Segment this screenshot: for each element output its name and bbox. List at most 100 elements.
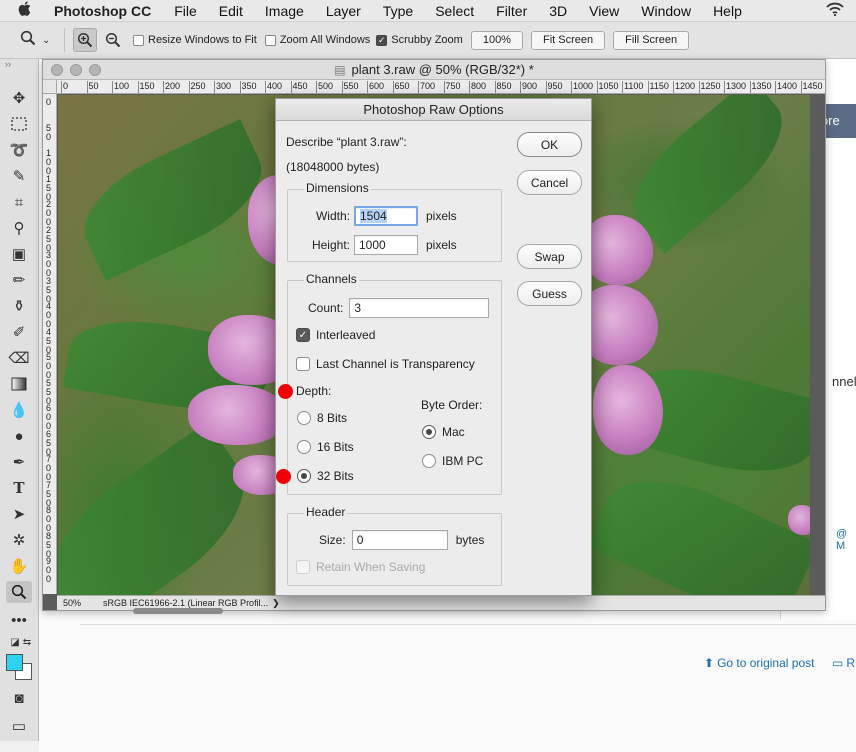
- ruler-tick: [800, 81, 802, 93]
- ruler-label: 150: [139, 81, 155, 91]
- ruler-tick: [392, 81, 394, 93]
- depth-32-bits-radio[interactable]: 32 Bits: [297, 469, 354, 483]
- chevron-down-icon: ⌄: [42, 34, 51, 46]
- marquee-tool-icon[interactable]: [6, 113, 32, 135]
- retain-when-saving-checkbox[interactable]: Retain When Saving: [296, 560, 425, 574]
- reply-link-fragment[interactable]: ▭ R: [832, 656, 855, 670]
- vertical-ruler[interactable]: 0 5 0 1 0 01 5 02 0 02 5 03 0 03 5 04 0 04…: [43, 94, 57, 594]
- ruler-label: 600: [369, 81, 385, 91]
- menu-layer[interactable]: Layer: [315, 3, 372, 19]
- zoom-out-button[interactable]: [101, 28, 125, 52]
- header-size-input[interactable]: 0: [351, 530, 448, 550]
- ruler-label: 1250: [700, 81, 721, 91]
- zoom-in-button[interactable]: [73, 28, 97, 52]
- ruler-tick: [775, 81, 776, 93]
- menu-file[interactable]: File: [163, 3, 208, 19]
- apple-icon[interactable]: [18, 1, 40, 20]
- menu-type[interactable]: Type: [372, 3, 424, 19]
- height-input[interactable]: 1000: [354, 235, 418, 255]
- ruler-label: 700: [420, 81, 436, 91]
- minimize-window-button[interactable]: [70, 64, 82, 76]
- background-link-fragment[interactable]: @ M: [836, 528, 856, 552]
- guess-button[interactable]: Guess: [517, 281, 582, 306]
- ruler-label: 4 5 0: [46, 326, 52, 355]
- ruler-tick: [494, 81, 496, 93]
- tool-preset-picker[interactable]: ⌄: [20, 30, 60, 51]
- healing-brush-tool-icon[interactable]: ▣: [6, 243, 32, 265]
- type-tool-icon[interactable]: T: [6, 477, 32, 499]
- swap-button[interactable]: Swap: [517, 244, 582, 269]
- menu-edit[interactable]: Edit: [208, 3, 254, 19]
- ruler-label: 1150: [649, 81, 669, 91]
- ruler-label: 800: [471, 81, 487, 91]
- menu-3d[interactable]: 3D: [538, 3, 578, 19]
- path-selection-tool-icon[interactable]: ➤: [6, 503, 32, 525]
- horizontal-scrollbar-thumb[interactable]: [133, 608, 223, 614]
- move-tool-icon[interactable]: ✥: [6, 87, 32, 109]
- document-title-bar[interactable]: ▤ plant 3.raw @ 50% (RGB/32*) *: [43, 60, 825, 80]
- menu-window[interactable]: Window: [630, 3, 702, 19]
- crop-tool-icon[interactable]: ⌗: [6, 191, 32, 213]
- eyedropper-tool-icon[interactable]: ⚲: [6, 217, 32, 239]
- flower-petal: [593, 365, 663, 455]
- dodge-tool-icon[interactable]: ●: [6, 425, 32, 447]
- width-input[interactable]: 1504: [354, 206, 418, 226]
- interleaved-checkbox[interactable]: ✓ Interleaved: [296, 328, 375, 342]
- fill-screen-button[interactable]: Fill Screen: [613, 30, 690, 50]
- count-input[interactable]: 3: [349, 298, 490, 318]
- zoom-window-button[interactable]: [89, 64, 101, 76]
- blur-tool-icon[interactable]: 💧: [6, 399, 32, 421]
- horizontal-ruler[interactable]: 0 50 100 150 200 250 300 350 400 450 500 550 600 650 7…: [57, 80, 825, 94]
- count-row: Count: 3: [308, 298, 490, 318]
- resize-windows-checkbox[interactable]: Resize Windows to Fit: [133, 34, 257, 46]
- zoom-tool-icon[interactable]: [6, 581, 32, 603]
- zoom-in-icon: [77, 32, 93, 48]
- header-group: Header Size: 0 bytes Retain When Saving: [287, 505, 502, 586]
- quick-mask-icon[interactable]: ◙: [6, 687, 32, 709]
- brush-tool-icon[interactable]: ✏: [6, 269, 32, 291]
- pen-tool-icon[interactable]: ✒: [6, 451, 32, 473]
- custom-shape-tool-icon[interactable]: ✲: [6, 529, 32, 551]
- zoom-level[interactable]: 50%: [57, 598, 97, 608]
- ok-button[interactable]: OK: [517, 132, 582, 157]
- ruler-label: 450: [292, 81, 308, 91]
- status-menu-arrow-icon[interactable]: ❯: [272, 598, 280, 609]
- ruler-label: 300: [216, 81, 232, 91]
- collapse-panel-icon[interactable]: ››: [5, 59, 11, 69]
- dialog-title[interactable]: Photoshop Raw Options: [276, 99, 591, 121]
- cancel-button[interactable]: Cancel: [517, 170, 582, 195]
- hand-tool-icon[interactable]: ✋: [6, 555, 32, 577]
- foreground-color-swatch[interactable]: [6, 654, 23, 671]
- ruler-origin[interactable]: [43, 80, 57, 94]
- gradient-tool-icon[interactable]: [6, 373, 32, 395]
- depth-8-bits-radio[interactable]: 8 Bits: [297, 411, 347, 425]
- zoom-100-button[interactable]: 100%: [470, 30, 523, 50]
- byte-order-mac-radio[interactable]: Mac: [422, 425, 465, 439]
- history-brush-tool-icon[interactable]: ✐: [6, 321, 32, 343]
- ruler-label: 7 5 0: [46, 479, 52, 508]
- fit-screen-button[interactable]: Fit Screen: [530, 30, 606, 50]
- menu-help[interactable]: Help: [702, 3, 753, 19]
- menu-select[interactable]: Select: [424, 3, 485, 19]
- clone-stamp-tool-icon[interactable]: ⚱: [6, 295, 32, 317]
- last-channel-transparency-checkbox[interactable]: Last Channel is Transparency: [296, 357, 475, 371]
- more-tools-icon[interactable]: •••: [6, 609, 32, 631]
- go-to-original-post-link[interactable]: ⬆ Go to original post: [704, 656, 814, 670]
- menu-image[interactable]: Image: [254, 3, 315, 19]
- file-size-label: (18048000 bytes): [286, 160, 380, 174]
- lasso-tool-icon[interactable]: ➰: [6, 139, 32, 161]
- swap-colors-icon[interactable]: ⇆: [14, 631, 40, 653]
- menu-filter[interactable]: Filter: [485, 3, 538, 19]
- ruler-tick: [647, 81, 649, 93]
- app-name[interactable]: Photoshop CC: [54, 3, 151, 19]
- close-window-button[interactable]: [51, 64, 63, 76]
- zoom-all-windows-checkbox[interactable]: Zoom All Windows: [264, 34, 370, 46]
- eraser-tool-icon[interactable]: ⌫: [6, 347, 32, 369]
- menu-view[interactable]: View: [578, 3, 630, 19]
- screen-mode-icon[interactable]: ▭: [6, 715, 32, 737]
- byte-order-ibm-pc-radio[interactable]: IBM PC: [422, 454, 483, 468]
- scrubby-zoom-checkbox[interactable]: ✓ Scrubby Zoom: [376, 34, 463, 46]
- wifi-icon[interactable]: [826, 2, 844, 20]
- quick-selection-tool-icon[interactable]: ✎: [6, 165, 32, 187]
- depth-16-bits-radio[interactable]: 16 Bits: [297, 440, 354, 454]
